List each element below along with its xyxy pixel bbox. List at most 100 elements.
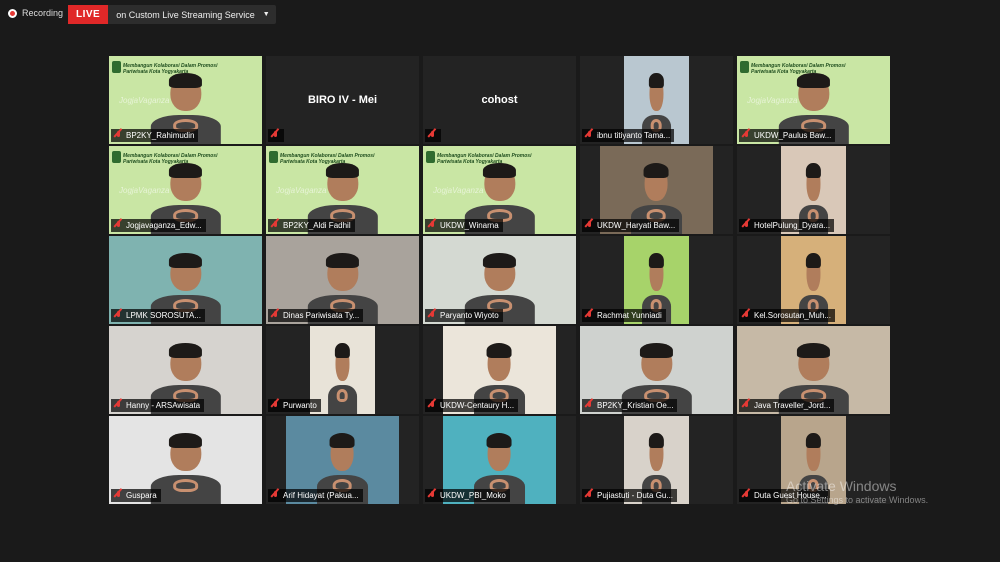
virtual-background-title: Membangun Kolaborasi Dalam Promosi Pariw… bbox=[123, 153, 218, 165]
participant-tile[interactable]: Purwanto bbox=[266, 326, 419, 414]
mic-muted-icon bbox=[428, 490, 437, 501]
participant-tile[interactable]: Hanny - ARSAwisata bbox=[109, 326, 262, 414]
participant-tile[interactable]: UKDW_PBI_Moko bbox=[423, 416, 576, 504]
participant-tile[interactable]: ibnu titiyanto Tama... bbox=[580, 56, 733, 144]
person-hair bbox=[335, 342, 350, 358]
participant-name-label: ibnu titiyanto Tama... bbox=[582, 129, 675, 142]
live-streaming-dropdown[interactable]: LIVE on Custom Live Streaming Service ▼ bbox=[68, 5, 276, 24]
participant-name: Java Traveller_Jord... bbox=[754, 401, 831, 410]
participant-name-label: BP2KY_Rahimudin bbox=[111, 129, 199, 142]
person-hair bbox=[806, 162, 821, 178]
mic-muted-icon bbox=[114, 490, 123, 501]
participant-name: UKDW_Haryati Baw... bbox=[597, 221, 676, 230]
participant-display-name: cohost bbox=[481, 94, 518, 106]
participant-name: Dinas Pariwisata Ty... bbox=[283, 311, 360, 320]
participant-name-label: UKDW-Centaury H... bbox=[425, 399, 519, 412]
mic-muted-icon bbox=[271, 400, 280, 411]
activate-windows-watermark: Activate Windows Go to Settings to activ… bbox=[786, 478, 928, 505]
participant-name: Pujiastuti - Duta Gu... bbox=[597, 491, 674, 500]
heart-hands-icon bbox=[337, 389, 348, 402]
mic-muted-icon bbox=[585, 130, 594, 141]
participant-name-label: UKDW_PBI_Moko bbox=[425, 489, 510, 502]
virtual-background-title: Membangun Kolaborasi Dalam Promosi Pariw… bbox=[123, 63, 218, 75]
person-hair bbox=[649, 72, 664, 88]
mic-muted-icon bbox=[114, 310, 123, 321]
person-hair bbox=[168, 252, 203, 268]
mic-muted-icon bbox=[742, 220, 751, 231]
participant-name: Arif Hidayat (Pakua... bbox=[283, 491, 359, 500]
person-hair bbox=[168, 342, 203, 358]
watermark-title: Activate Windows bbox=[786, 478, 897, 494]
participant-tile[interactable]: Membangun Kolaborasi Dalam Promosi Pariw… bbox=[109, 56, 262, 144]
live-badge: LIVE bbox=[68, 5, 109, 24]
mic-muted-icon bbox=[428, 130, 437, 141]
recording-dot-icon bbox=[8, 8, 17, 18]
mic-muted-icon bbox=[114, 130, 123, 141]
participant-tile[interactable]: Membangun Kolaborasi Dalam Promosi Pariw… bbox=[266, 146, 419, 234]
participant-name-label: BP2KY_Kristian Oe... bbox=[582, 399, 678, 412]
live-service-label: on Custom Live Streaming Service bbox=[116, 9, 255, 20]
participant-tile[interactable]: BIRO IV - Mei bbox=[266, 56, 419, 144]
participant-name-label: Pujiastuti - Duta Gu... bbox=[582, 489, 678, 502]
participant-tile[interactable]: Membangun Kolaborasi Dalam Promosi Pariw… bbox=[737, 56, 890, 144]
participant-display-name: BIRO IV - Mei bbox=[307, 94, 378, 106]
person-hair bbox=[796, 72, 831, 88]
participant-tile[interactable]: Rachmat Yunniadi bbox=[580, 236, 733, 324]
mic-muted-icon bbox=[585, 490, 594, 501]
participant-name-label: UKDW_Paulus Baw... bbox=[739, 129, 836, 142]
mic-muted-icon bbox=[742, 310, 751, 321]
participant-tile[interactable]: Java Traveller_Jord... bbox=[737, 326, 890, 414]
person-hair bbox=[168, 432, 203, 448]
participant-tile[interactable]: cohost bbox=[423, 56, 576, 144]
person-hair bbox=[639, 342, 674, 358]
participant-name-label: Kel.Sorosutan_Muh... bbox=[739, 309, 835, 322]
participant-tile[interactable]: Arif Hidayat (Pakua... bbox=[266, 416, 419, 504]
participant-tile[interactable]: Dinas Pariwisata Ty... bbox=[266, 236, 419, 324]
virtual-background-title: Membangun Kolaborasi Dalam Promosi Pariw… bbox=[437, 153, 532, 165]
gallery-view-grid: Membangun Kolaborasi Dalam Promosi Pariw… bbox=[109, 56, 890, 504]
virtual-background-title: Membangun Kolaborasi Dalam Promosi Pariw… bbox=[751, 63, 846, 75]
participant-tile[interactable]: Guspara bbox=[109, 416, 262, 504]
participant-name: UKDW_Winarna bbox=[440, 221, 499, 230]
person-hair bbox=[487, 432, 512, 448]
participant-name-label: Purwanto bbox=[268, 399, 321, 412]
event-logo-icon bbox=[426, 151, 435, 163]
participant-figure bbox=[327, 342, 358, 414]
participant-tile[interactable]: Pujiastuti - Duta Gu... bbox=[580, 416, 733, 504]
event-logo-icon bbox=[112, 61, 121, 73]
mic-muted-icon bbox=[428, 220, 437, 231]
mic-muted-icon bbox=[585, 400, 594, 411]
participant-tile[interactable]: LPMK SOROSUTA... bbox=[109, 236, 262, 324]
person-hair bbox=[649, 252, 664, 268]
mic-muted-icon bbox=[585, 220, 594, 231]
participant-name: Rachmat Yunniadi bbox=[597, 311, 662, 320]
participant-name: UKDW_Paulus Baw... bbox=[754, 131, 832, 140]
person-hair bbox=[487, 342, 512, 358]
participant-name-label: Guspara bbox=[111, 489, 161, 502]
participant-tile[interactable]: BP2KY_Kristian Oe... bbox=[580, 326, 733, 414]
participant-name: UKDW-Centaury H... bbox=[440, 401, 515, 410]
mic-muted-icon bbox=[428, 400, 437, 411]
person-hair bbox=[644, 162, 669, 178]
participant-tile[interactable]: Membangun Kolaborasi Dalam Promosi Pariw… bbox=[423, 146, 576, 234]
person-hair bbox=[330, 432, 355, 448]
mic-muted-icon bbox=[114, 220, 123, 231]
person-hair bbox=[482, 162, 517, 178]
participant-tile[interactable]: UKDW-Centaury H... bbox=[423, 326, 576, 414]
event-logo-icon bbox=[740, 61, 749, 73]
participant-name-label: Jogjavaganza_Edw... bbox=[111, 219, 206, 232]
participant-name: Jogjavaganza_Edw... bbox=[126, 221, 202, 230]
participant-tile[interactable]: Membangun Kolaborasi Dalam Promosi Pariw… bbox=[109, 146, 262, 234]
participant-name-label bbox=[268, 129, 284, 142]
participant-tile[interactable]: Paryanto Wiyoto bbox=[423, 236, 576, 324]
person-hair bbox=[796, 342, 831, 358]
participant-name: BP2KY_Kristian Oe... bbox=[597, 401, 674, 410]
mic-muted-icon bbox=[271, 310, 280, 321]
participant-name: Purwanto bbox=[283, 401, 317, 410]
participant-tile[interactable]: UKDW_Haryati Baw... bbox=[580, 146, 733, 234]
recording-indicator[interactable]: Recording bbox=[8, 8, 63, 18]
participant-tile[interactable]: Kel.Sorosutan_Muh... bbox=[737, 236, 890, 324]
mic-muted-icon bbox=[271, 130, 280, 141]
mic-muted-icon bbox=[742, 130, 751, 141]
participant-tile[interactable]: HotelPulung_Dyara... bbox=[737, 146, 890, 234]
